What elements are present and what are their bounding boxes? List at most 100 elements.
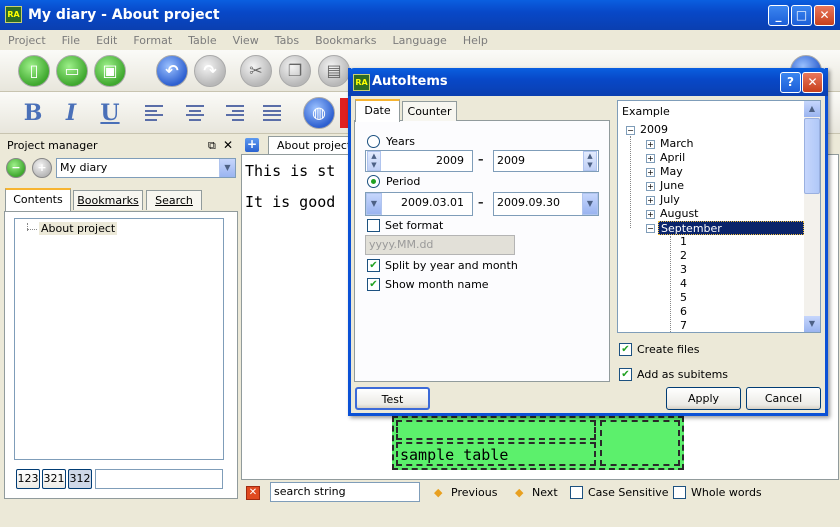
menu-help[interactable]: Help	[455, 34, 496, 47]
menu-project[interactable]: Project	[0, 34, 54, 47]
menu-format[interactable]: Format	[125, 34, 180, 47]
years-radio[interactable]	[367, 135, 380, 148]
year-to-spinner[interactable]: ▲ ▼	[583, 151, 597, 171]
tree-month-may[interactable]: May	[660, 165, 683, 179]
float-panel-icon[interactable]: ⧉	[208, 139, 216, 153]
align-center-button[interactable]	[183, 102, 207, 124]
year-from-input[interactable]: 2009	[365, 150, 473, 172]
search-input[interactable]: search string	[270, 482, 420, 502]
close-window-button[interactable]: ✕	[814, 5, 835, 26]
year-from-spinner[interactable]: ▲ ▼	[367, 151, 381, 171]
tab-counter[interactable]: Counter	[402, 101, 457, 121]
tree-month-march[interactable]: March	[660, 137, 694, 151]
justify-button[interactable]	[261, 102, 285, 124]
italic-button[interactable]: I	[56, 98, 86, 128]
cut-button[interactable]: ✂	[240, 55, 272, 87]
period-radio[interactable]	[367, 175, 380, 188]
underline-button[interactable]: U	[95, 98, 125, 128]
web-link-button[interactable]: ◍	[303, 97, 335, 129]
collapse-icon[interactable]: −	[646, 224, 655, 233]
tree-day[interactable]: 7	[680, 319, 687, 332]
add-project-button[interactable]: +	[32, 158, 52, 178]
tab-search[interactable]: Search	[146, 190, 202, 210]
tree-year[interactable]: 2009	[640, 123, 668, 137]
period-to-dropdown-icon[interactable]: ▼	[582, 193, 598, 215]
case-sensitive-checkbox[interactable]	[570, 486, 583, 499]
tree-scrollbar[interactable]: ▲ ▼	[804, 101, 820, 332]
tab-bookmarks[interactable]: Bookmarks	[73, 190, 143, 210]
close-dialog-button[interactable]: ✕	[802, 72, 823, 93]
sort-123-button[interactable]: 123	[16, 469, 40, 489]
test-button[interactable]: Test	[355, 387, 430, 410]
editor-tab[interactable]: About project	[268, 136, 354, 155]
help-button[interactable]: ?	[780, 72, 801, 93]
tree-month-june[interactable]: June	[660, 179, 684, 193]
close-panel-icon[interactable]: ✕	[223, 138, 233, 152]
split-checkbox[interactable]: ✔	[367, 259, 380, 272]
sort-field[interactable]	[95, 469, 223, 489]
scroll-thumb[interactable]	[804, 118, 820, 194]
expand-icon[interactable]: +	[646, 210, 655, 219]
remove-project-button[interactable]: −	[6, 158, 26, 178]
tree-day[interactable]: 3	[680, 263, 687, 277]
save-button[interactable]: ▣	[94, 55, 126, 87]
previous-button[interactable]: Previous	[451, 486, 498, 499]
tree-day[interactable]: 4	[680, 277, 687, 291]
paste-button[interactable]: ▤	[318, 55, 350, 87]
project-select[interactable]: My diary ▼	[56, 158, 236, 178]
tab-date[interactable]: Date	[355, 99, 400, 122]
collapse-icon[interactable]: −	[626, 126, 635, 135]
create-files-checkbox[interactable]: ✔	[619, 343, 632, 356]
bold-button[interactable]: B	[18, 98, 48, 128]
apply-button[interactable]: Apply	[666, 387, 741, 410]
tree-day[interactable]: 2	[680, 249, 687, 263]
new-file-button[interactable]: ▯	[18, 55, 50, 87]
period-from-dropdown-icon[interactable]: ▼	[366, 193, 382, 215]
menu-table[interactable]: Table	[180, 34, 224, 47]
minimize-button[interactable]: _	[768, 5, 789, 26]
undo-button[interactable]: ↶	[156, 55, 188, 87]
chevron-down-icon[interactable]: ▼	[219, 159, 235, 177]
sort-312-button[interactable]: 312	[68, 469, 92, 489]
expand-icon[interactable]: +	[646, 140, 655, 149]
menu-file[interactable]: File	[54, 34, 88, 47]
expand-icon[interactable]: +	[646, 168, 655, 177]
expand-icon[interactable]: +	[646, 196, 655, 205]
menu-tabs[interactable]: Tabs	[267, 34, 307, 47]
sort-321-button[interactable]: 321	[42, 469, 66, 489]
tree-day[interactable]: 1	[680, 235, 687, 249]
menu-view[interactable]: View	[225, 34, 267, 47]
tab-contents[interactable]: Contents	[5, 188, 71, 211]
scroll-up-icon[interactable]: ▲	[804, 101, 820, 117]
next-button[interactable]: Next	[532, 486, 558, 499]
sample-table[interactable]: sample table	[392, 416, 684, 470]
menu-language[interactable]: Language	[385, 34, 455, 47]
expand-icon[interactable]: +	[646, 182, 655, 191]
tree-day[interactable]: 6	[680, 305, 687, 319]
tree-item-about-project[interactable]: About project	[39, 222, 118, 235]
menu-bookmarks[interactable]: Bookmarks	[307, 34, 384, 47]
cancel-button[interactable]: Cancel	[746, 387, 821, 410]
example-tree[interactable]: Example − 2009 + March + April + May + J…	[617, 100, 821, 333]
whole-words-checkbox[interactable]	[673, 486, 686, 499]
expand-icon[interactable]: +	[646, 154, 655, 163]
scroll-down-icon[interactable]: ▼	[804, 316, 820, 332]
copy-button[interactable]: ❐	[279, 55, 311, 87]
tree-month-september[interactable]: September	[658, 221, 804, 235]
align-right-button[interactable]	[222, 102, 246, 124]
align-left-button[interactable]	[143, 102, 167, 124]
tree-month-august[interactable]: August	[660, 207, 699, 221]
set-format-checkbox[interactable]	[367, 219, 380, 232]
subitems-checkbox[interactable]: ✔	[619, 368, 632, 381]
maximize-button[interactable]: □	[791, 5, 812, 26]
tree-day[interactable]: 5	[680, 291, 687, 305]
show-month-checkbox[interactable]: ✔	[367, 278, 380, 291]
open-folder-button[interactable]: ▭	[56, 55, 88, 87]
tree-month-july[interactable]: July	[660, 193, 680, 207]
format-input[interactable]: yyyy.MM.dd	[365, 235, 515, 255]
close-search-icon[interactable]: ✕	[246, 486, 260, 500]
redo-button[interactable]: ↷	[194, 55, 226, 87]
tree-month-april[interactable]: April	[660, 151, 685, 165]
new-tab-button[interactable]: +	[245, 138, 259, 152]
color-indicator[interactable]	[340, 98, 348, 128]
